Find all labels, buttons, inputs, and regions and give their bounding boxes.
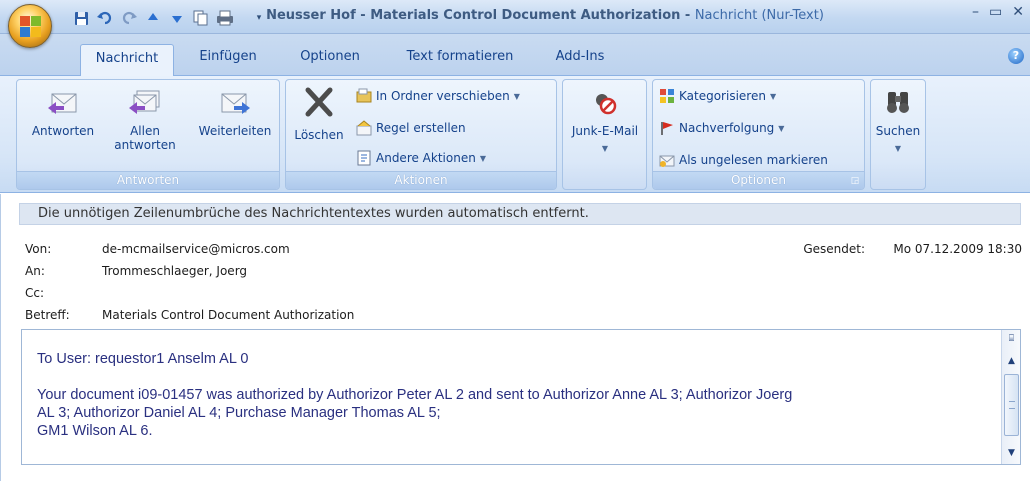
forward-button[interactable]: Weiterleiten bbox=[193, 86, 277, 138]
subject-label: Betreff: bbox=[25, 308, 70, 322]
from-value[interactable]: de-mcmailservice@micros.com bbox=[102, 242, 290, 256]
reply-button[interactable]: Antworten bbox=[23, 86, 103, 138]
group-junk: Junk-E-Mail ▼ bbox=[562, 79, 647, 190]
categorize-icon bbox=[660, 89, 674, 103]
dialog-launcher-icon[interactable]: ◲ bbox=[849, 175, 861, 187]
window-controls: – ▭ ✕ bbox=[972, 4, 1024, 20]
window-title-mode: Nachricht (Nur-Text) bbox=[694, 8, 824, 23]
mark-unread-button[interactable]: Als ungelesen markieren bbox=[659, 150, 828, 170]
move-folder-icon bbox=[356, 88, 372, 103]
info-bar[interactable]: Die unnötigen Zeilenumbrüche des Nachric… bbox=[19, 203, 1021, 225]
move-to-folder-label: In Ordner verschieben bbox=[376, 89, 510, 103]
create-rule-button[interactable]: Regel erstellen bbox=[356, 118, 466, 138]
sent-value: Mo 07.12.2009 18:30 bbox=[893, 242, 1022, 256]
reply-label: Antworten bbox=[31, 124, 95, 138]
close-icon[interactable]: ✕ bbox=[1012, 4, 1024, 20]
delete-label: Löschen bbox=[294, 128, 344, 142]
tab-nachricht[interactable]: Nachricht bbox=[80, 44, 174, 76]
chevron-down-icon: ▼ bbox=[601, 144, 609, 153]
chevron-down-icon: ▼ bbox=[894, 144, 902, 153]
vertical-scrollbar[interactable]: ⌸ ▲ ▼ bbox=[1001, 330, 1020, 464]
tab-text-formatieren[interactable]: Text formatieren bbox=[394, 46, 526, 68]
follow-up-button[interactable]: Nachverfolgung ▼ bbox=[659, 118, 784, 138]
create-rule-label: Regel erstellen bbox=[376, 121, 466, 135]
help-icon[interactable]: ? bbox=[1008, 48, 1024, 64]
cc-label: Cc: bbox=[25, 286, 45, 300]
group-label-optionen: Optionen bbox=[653, 171, 864, 189]
reply-all-icon bbox=[129, 90, 160, 114]
group-suchen: Suchen ▼ bbox=[870, 79, 926, 190]
reply-icon bbox=[48, 93, 77, 114]
maximize-icon[interactable]: ▭ bbox=[989, 4, 1002, 20]
to-value[interactable]: Trommeschlaeger, Joerg bbox=[102, 264, 247, 278]
flag-icon bbox=[661, 122, 673, 135]
forward-label: Weiterleiten bbox=[198, 124, 272, 138]
body-line-3: GM1 Wilson AL 6. bbox=[37, 423, 153, 439]
title-bar: ▾ Neusser Hof - Materials Control Docume… bbox=[0, 0, 1030, 34]
move-to-folder-button[interactable]: In Ordner verschieben ▼ bbox=[356, 86, 520, 106]
mark-unread-label: Als ungelesen markieren bbox=[679, 153, 828, 167]
follow-up-label: Nachverfolgung bbox=[679, 121, 775, 135]
message-body-text: To User: requestor1 Anselm AL 0 Your doc… bbox=[37, 350, 999, 440]
junk-mail-label: Junk-E-Mail bbox=[571, 124, 639, 138]
split-icon[interactable]: ⌸ bbox=[1004, 332, 1019, 346]
forward-icon bbox=[221, 93, 250, 114]
message-body[interactable]: To User: requestor1 Anselm AL 0 Your doc… bbox=[21, 329, 1021, 465]
delete-button[interactable]: Löschen bbox=[288, 86, 350, 142]
group-aktionen: Löschen In Ordner verschieben ▼ Regel er… bbox=[285, 79, 557, 190]
from-label: Von: bbox=[25, 242, 52, 256]
reply-all-label-2: antworten bbox=[114, 138, 176, 152]
group-antworten: Antworten Allen antworten Weiterleiten A… bbox=[16, 79, 280, 190]
chevron-down-icon: ▼ bbox=[769, 91, 777, 101]
scroll-thumb[interactable] bbox=[1004, 374, 1019, 436]
office-button[interactable] bbox=[8, 4, 52, 48]
tab-einfuegen[interactable]: Einfügen bbox=[188, 46, 268, 68]
scroll-up-icon[interactable]: ▲ bbox=[1004, 354, 1019, 368]
reply-all-label-1: Allen bbox=[130, 124, 160, 138]
junk-mail-icon bbox=[596, 94, 617, 115]
chevron-down-icon: ▼ bbox=[479, 153, 486, 163]
other-actions-button[interactable]: Andere Aktionen ▼ bbox=[356, 148, 486, 168]
binoculars-icon bbox=[887, 92, 909, 113]
group-label-aktionen: Aktionen bbox=[286, 171, 556, 189]
categorize-label: Kategorisieren bbox=[679, 89, 766, 103]
tab-add-ins[interactable]: Add-Ins bbox=[548, 46, 612, 68]
body-line-greeting: To User: requestor1 Anselm AL 0 bbox=[37, 351, 249, 367]
ribbon: Antworten Allen antworten Weiterleiten A… bbox=[0, 75, 1030, 193]
search-label: Suchen bbox=[875, 124, 921, 138]
chevron-down-icon: ▼ bbox=[778, 123, 785, 133]
message-pane: Die unnötigen Zeilenumbrüche des Nachric… bbox=[0, 194, 1030, 481]
body-line-1: Your document i09-01457 was authorized b… bbox=[37, 387, 793, 403]
group-label-antworten: Antworten bbox=[17, 171, 279, 189]
minimize-icon[interactable]: – bbox=[972, 4, 979, 20]
group-optionen: Kategorisieren ▼ Nachverfolgung ▼ Als un… bbox=[652, 79, 865, 190]
to-label: An: bbox=[25, 264, 45, 278]
body-line-2: AL 3; Authorizor Daniel AL 4; Purchase M… bbox=[37, 405, 441, 421]
subject-value: Materials Control Document Authorization bbox=[102, 308, 355, 322]
other-actions-label: Andere Aktionen bbox=[376, 151, 476, 165]
grip-icon bbox=[1009, 401, 1015, 409]
window-title-main: Neusser Hof - Materials Control Document… bbox=[266, 8, 695, 23]
office-logo-icon bbox=[20, 16, 42, 38]
sent-label: Gesendet: bbox=[803, 242, 865, 256]
delete-icon bbox=[305, 87, 333, 117]
reply-all-button[interactable]: Allen antworten bbox=[107, 86, 183, 152]
search-button[interactable]: Suchen ▼ bbox=[872, 86, 924, 156]
junk-mail-button[interactable]: Junk-E-Mail ▼ bbox=[565, 86, 645, 156]
tab-optionen[interactable]: Optionen bbox=[290, 46, 370, 68]
window-title: Neusser Hof - Materials Control Document… bbox=[0, 8, 1030, 23]
categorize-button[interactable]: Kategorisieren ▼ bbox=[659, 86, 776, 106]
chevron-down-icon: ▼ bbox=[513, 91, 520, 101]
scroll-down-icon[interactable]: ▼ bbox=[1004, 446, 1019, 460]
mark-unread-icon bbox=[659, 155, 675, 167]
rule-icon bbox=[356, 120, 372, 136]
other-actions-icon bbox=[357, 150, 371, 166]
